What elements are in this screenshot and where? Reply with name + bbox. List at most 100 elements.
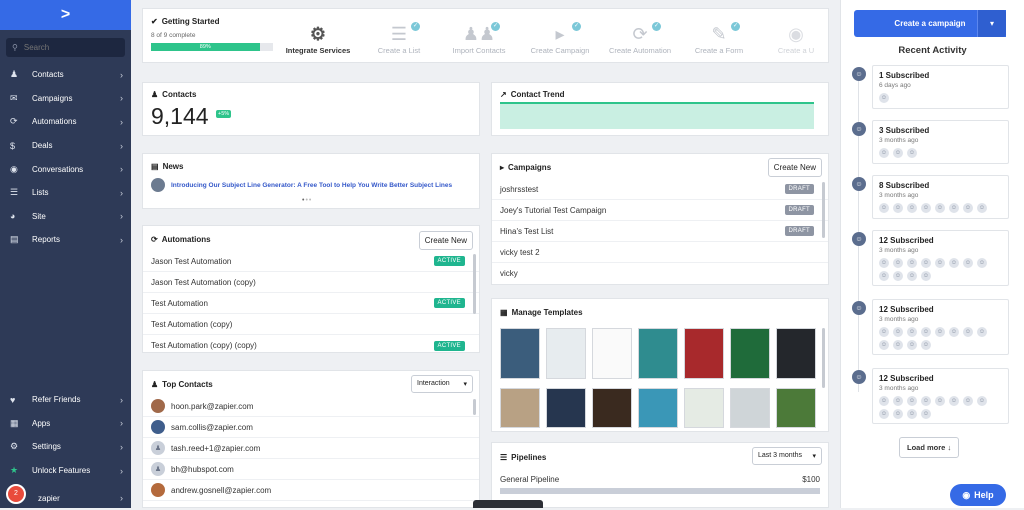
list-item[interactable]: joshrsstest DRAFT [492,179,828,200]
list-item[interactable]: andrew.gosnell@zapier.com [143,480,479,501]
campaigns-scrollbar[interactable] [822,182,825,238]
template-thumbnail[interactable] [684,388,724,428]
template-thumbnail[interactable] [592,328,632,379]
activity-card[interactable]: 12 Subscribed 3 months ago ☺ ☺ ☺ ☺ ☺ ☺ ☺ ☺ ☺ ☺ ☺ ☺ [872,230,1009,286]
list-item[interactable]: Joey's Tutorial Test Campaign DRAFT [492,200,828,221]
sidebar-item-site[interactable]: ◕ Site › [0,205,131,229]
avatar[interactable]: ☺ [907,327,917,337]
list-item[interactable]: Test Automation (copy) [143,314,479,335]
avatar[interactable]: ☺ [949,203,959,213]
avatar[interactable]: ☺ [949,396,959,406]
sidebar-item-campaigns[interactable]: ✉ Campaigns › [0,87,131,111]
news-headline-link[interactable]: Introducing Our Subject Line Generator: … [171,182,452,189]
sidebar-item-contacts[interactable]: ♟ Contacts › [0,63,131,87]
activity-card[interactable]: 8 Subscribed 3 months ago ☺ ☺ ☺ ☺ ☺ ☺ ☺ ☺ [872,175,1009,219]
sidebar-item-refer-friends[interactable]: ♥ Refer Friends › [0,388,131,412]
sidebar-item-lists[interactable]: ☰ Lists › [0,181,131,205]
avatar[interactable]: ☺ [907,409,917,419]
avatar[interactable]: ☺ [935,396,945,406]
avatar[interactable]: ☺ [963,258,973,268]
template-thumbnail[interactable] [730,388,770,428]
avatar[interactable]: ☺ [879,258,889,268]
sidebar-item-automations[interactable]: ⟳ Automations › [0,110,131,134]
avatar[interactable]: ☺ [879,340,889,350]
avatar[interactable]: ☺ [879,148,889,158]
list-item[interactable]: sam.collis@zapier.com [143,417,479,438]
template-thumbnail[interactable] [730,328,770,379]
avatar[interactable]: ☺ [907,203,917,213]
sidebar-item-conversations[interactable]: ◉ Conversations › [0,157,131,181]
templates-scrollbar[interactable] [822,328,825,388]
avatar[interactable]: ☺ [921,409,931,419]
avatar[interactable]: ☺ [879,327,889,337]
search-input[interactable] [23,43,114,52]
avatar[interactable]: ☺ [949,327,959,337]
avatar[interactable]: ☺ [907,396,917,406]
logo-icon[interactable]: > [0,0,131,30]
list-item[interactable]: Test Automation (copy) (copy) ACTIVE [143,335,479,356]
step-create-campaign[interactable]: ▸ ✓ Create Campaign [525,22,595,55]
avatar[interactable]: ☺ [977,396,987,406]
avatar[interactable]: ☺ [963,203,973,213]
automations-scrollbar[interactable] [473,254,476,314]
avatar[interactable]: ☺ [949,258,959,268]
avatar[interactable]: ☺ [921,396,931,406]
pipelines-range-select[interactable]: Last 3 months ▾ [752,447,822,465]
step-import-contacts[interactable]: ♟♟ ✓ Import Contacts [444,22,514,55]
avatar[interactable]: ☺ [893,327,903,337]
avatar[interactable]: ☺ [893,258,903,268]
avatar[interactable]: ☺ [907,148,917,158]
avatar[interactable]: ☺ [879,409,889,419]
activity-card[interactable]: 12 Subscribed 3 months ago ☺ ☺ ☺ ☺ ☺ ☺ ☺ ☺ ☺ ☺ ☺ ☺ [872,299,1009,355]
avatar[interactable]: ☺ [893,340,903,350]
avatar[interactable]: ☺ [879,271,889,281]
step-create-automation[interactable]: ⟳ ✓ Create Automation [605,22,675,55]
bottom-toolbar-tab[interactable] [473,500,543,508]
sidebar-item-reports[interactable]: ▤ Reports › [0,228,131,252]
template-thumbnail[interactable] [500,328,540,379]
avatar[interactable]: ☺ [963,327,973,337]
campaigns-create-new-button[interactable]: Create New [767,158,822,177]
sidebar-item-deals[interactable]: $ Deals › [0,134,131,158]
load-more-button[interactable]: Load more ↓ [899,437,960,458]
template-thumbnail[interactable] [684,328,724,379]
avatar[interactable]: ☺ [907,340,917,350]
avatar[interactable]: ☺ [907,271,917,281]
top-contacts-scrollbar[interactable] [473,399,476,415]
avatar[interactable]: ☺ [907,258,917,268]
list-item[interactable]: vicky [492,263,828,284]
list-item[interactable]: Test Automation ACTIVE [143,293,479,314]
template-thumbnail[interactable] [546,328,586,379]
list-item[interactable]: ♟ bh@hubspot.com [143,459,479,480]
sidebar-item-unlock-features[interactable]: ★ Unlock Features › [0,459,131,483]
avatar[interactable]: ☺ [935,203,945,213]
avatar[interactable]: ☺ [977,327,987,337]
create-campaign-dropdown-button[interactable]: ▾ [977,10,1006,37]
avatar[interactable]: ☺ [921,203,931,213]
avatar[interactable]: ☺ [921,258,931,268]
step-create-u[interactable]: ◉ Create a U [763,24,829,55]
avatar[interactable]: ☺ [893,396,903,406]
avatar[interactable]: ☺ [879,396,889,406]
avatar[interactable]: ☺ [893,148,903,158]
template-thumbnail[interactable] [776,328,816,379]
news-pager-dots[interactable]: ••• [302,197,312,204]
avatar[interactable]: ☺ [893,271,903,281]
avatar[interactable]: ☺ [893,409,903,419]
avatar[interactable]: ☺ [977,203,987,213]
template-thumbnail[interactable] [592,388,632,428]
list-item[interactable]: hoon.park@zapier.com [143,396,479,417]
list-item[interactable]: Jason Test Automation ACTIVE [143,251,479,272]
notification-badge[interactable]: 2 [6,484,26,504]
template-thumbnail[interactable] [546,388,586,428]
avatar[interactable]: ☺ [963,396,973,406]
template-thumbnail[interactable] [638,388,678,428]
activity-card[interactable]: 12 Subscribed 3 months ago ☺ ☺ ☺ ☺ ☺ ☺ ☺ ☺ ☺ ☺ ☺ ☺ [872,368,1009,424]
avatar[interactable]: ☺ [935,327,945,337]
avatar[interactable]: ☺ [879,203,889,213]
activity-card[interactable]: 1 Subscribed 6 days ago ☺ [872,65,1009,109]
avatar[interactable]: ☺ [879,93,889,103]
step-create-list[interactable]: ☰ ✓ Create a List [364,22,434,55]
help-button[interactable]: ◉ Help [950,484,1006,506]
avatar[interactable]: ☺ [921,327,931,337]
